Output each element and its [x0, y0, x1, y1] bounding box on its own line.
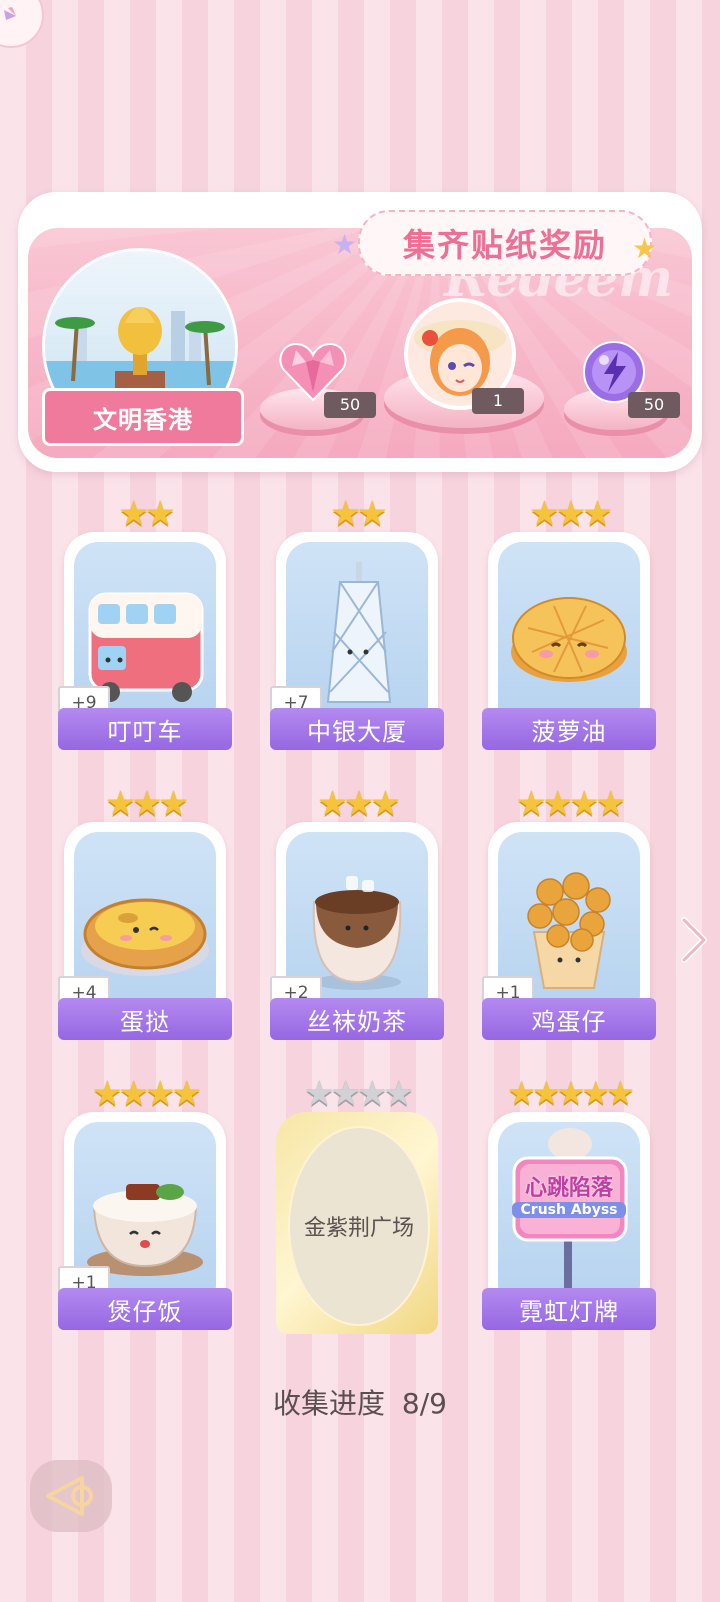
location-name-ribbon: 文明香港 — [42, 388, 244, 446]
locked-sticker-name: 金紫荆广场 — [288, 1126, 430, 1326]
chevron-right-icon[interactable] — [678, 916, 708, 964]
progress-value: 8/9 — [401, 1387, 447, 1420]
sticker-card-egg-tart[interactable]: ★★★ +4 蛋挞 — [58, 784, 232, 1040]
sticker-name: 蛋挞 — [58, 998, 232, 1040]
sticker-name: 中银大厦 — [270, 708, 444, 750]
location-name: 文明香港 — [93, 405, 193, 434]
sticker-name: 菠萝油 — [482, 708, 656, 750]
rarity-stars: ★★★★ — [92, 1074, 202, 1114]
sticker-name: 煲仔饭 — [58, 1288, 232, 1330]
sticker-name: 鸡蛋仔 — [482, 998, 656, 1040]
sticker-card-locked[interactable]: ★★★★ 金紫荆广场 — [276, 1074, 438, 1334]
sticker-name: 霓虹灯牌 — [482, 1288, 656, 1330]
sticker-card-pineapple-bun[interactable]: ★★★ 菠萝油 — [482, 494, 656, 750]
rarity-stars: ★★★★★ — [507, 1074, 634, 1112]
reward-count: 1 — [472, 388, 524, 414]
locked-sticker-frame: 金紫荆广场 — [276, 1112, 438, 1334]
banner-title-pill: 集齐贴纸奖励 — [358, 210, 652, 276]
rarity-stars: ★★ — [330, 494, 388, 534]
rarity-stars: ★★★ — [105, 784, 188, 824]
reward-count: 50 — [324, 392, 376, 418]
sticker-card-bank-tower[interactable]: ★★ +7 中银大厦 — [270, 494, 444, 750]
sticker-card-neon-sign[interactable]: ★★★★★ 心跳陷落 Crush Abyss 霓虹灯牌 — [482, 1074, 656, 1330]
rarity-stars: ★★★ — [317, 784, 400, 824]
sticker-name: 丝袜奶茶 — [270, 998, 444, 1040]
sticker-card-claypot-rice[interactable]: ★★★★ +1 煲仔饭 — [58, 1074, 232, 1330]
sticker-card-tram[interactable]: ★★ +9 叮叮车 — [58, 494, 232, 750]
collection-progress: 收集进度 8/9 — [0, 1382, 720, 1422]
sticker-name: 叮叮车 — [58, 708, 232, 750]
star-decoration-icon: ★ — [632, 232, 658, 265]
star-decoration-icon: ★ — [332, 228, 358, 261]
sticker-card-egg-waffle[interactable]: ★★★★ +1 鸡蛋仔 — [482, 784, 656, 1040]
back-button[interactable] — [30, 1460, 112, 1532]
reward-banner: Redeem 50 1 50 集齐贴纸奖励 ★ ★ 文明香港 — [18, 192, 702, 472]
neon-sign-subtext: Crush Abyss — [512, 1202, 626, 1218]
neon-sign-text: 心跳陷落 — [524, 1176, 613, 1201]
sticker-image — [498, 542, 640, 712]
reward-count: 50 — [628, 392, 680, 418]
fan-icon — [4, 7, 16, 20]
sticker-card-milk-tea[interactable]: ★★★ +2 丝袜奶茶 — [270, 784, 444, 1040]
rarity-stars: ★★★ — [529, 494, 612, 534]
progress-label: 收集进度 — [273, 1387, 386, 1420]
sticker-image: 心跳陷落 Crush Abyss — [498, 1122, 640, 1292]
rarity-stars: ★★★★ — [516, 784, 626, 824]
back-arrow-icon — [46, 1476, 93, 1516]
corner-menu-button[interactable] — [0, 0, 44, 48]
rarity-stars: ★★★★ — [304, 1074, 414, 1114]
banner-title: 集齐贴纸奖励 — [402, 226, 607, 264]
rarity-stars: ★★ — [118, 494, 176, 534]
pineapple-bun-icon — [511, 597, 627, 682]
